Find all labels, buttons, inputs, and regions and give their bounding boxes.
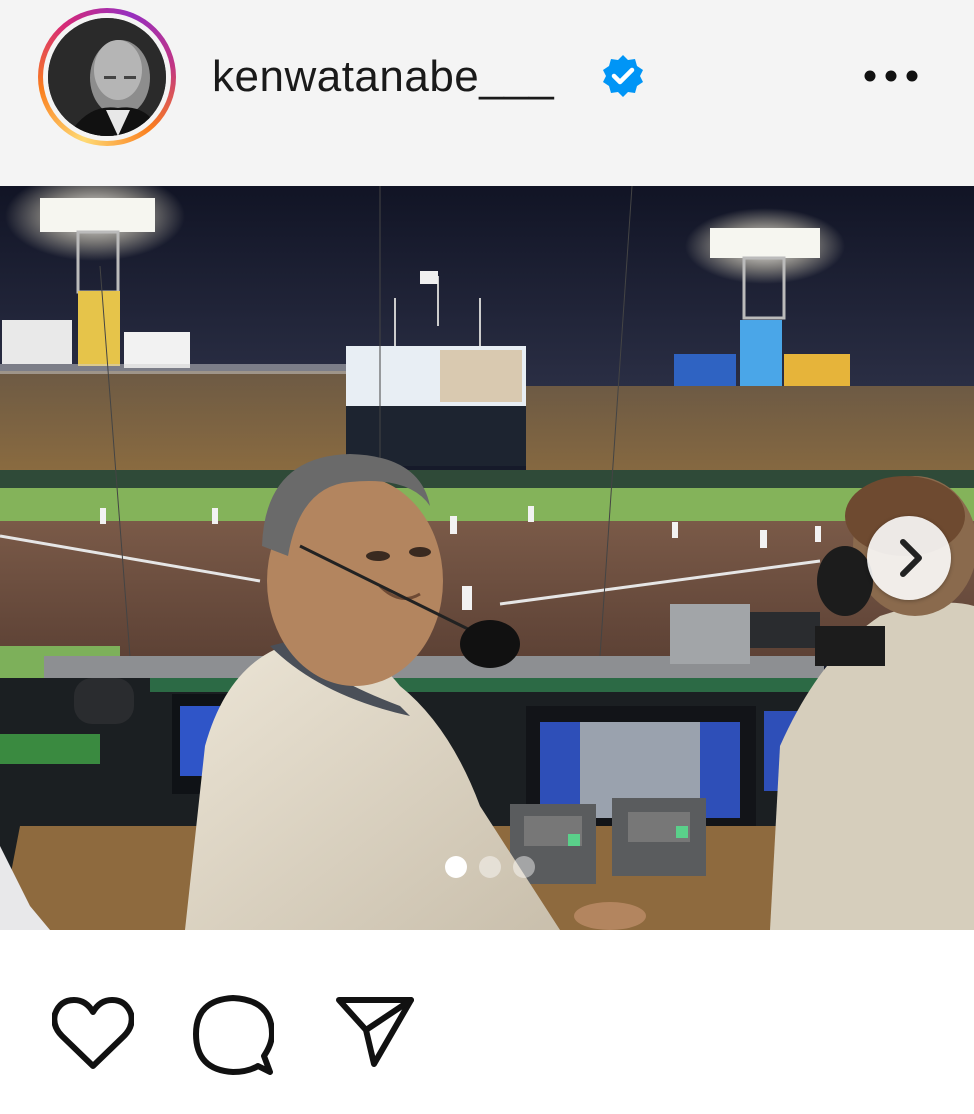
stadium-photo	[0, 186, 974, 930]
carousel-indicator	[445, 856, 545, 880]
avatar[interactable]	[48, 18, 166, 136]
comment-bubble-icon[interactable]	[192, 994, 274, 1076]
carousel-dot	[479, 856, 501, 878]
post-photo[interactable]	[0, 186, 974, 930]
post-actions	[0, 930, 974, 1114]
carousel-dot-active	[445, 856, 467, 878]
heart-icon[interactable]	[52, 996, 134, 1070]
more-horizontal-icon[interactable]	[860, 60, 922, 92]
verified-badge-icon	[603, 55, 643, 97]
username[interactable]: kenwatanabe___	[212, 52, 554, 102]
chevron-right-icon	[900, 539, 922, 577]
carousel-dot	[513, 856, 535, 878]
story-ring[interactable]	[38, 8, 176, 146]
post-header: kenwatanabe___	[0, 0, 974, 186]
carousel-next-button[interactable]	[867, 516, 951, 600]
paper-plane-icon[interactable]	[336, 996, 414, 1068]
